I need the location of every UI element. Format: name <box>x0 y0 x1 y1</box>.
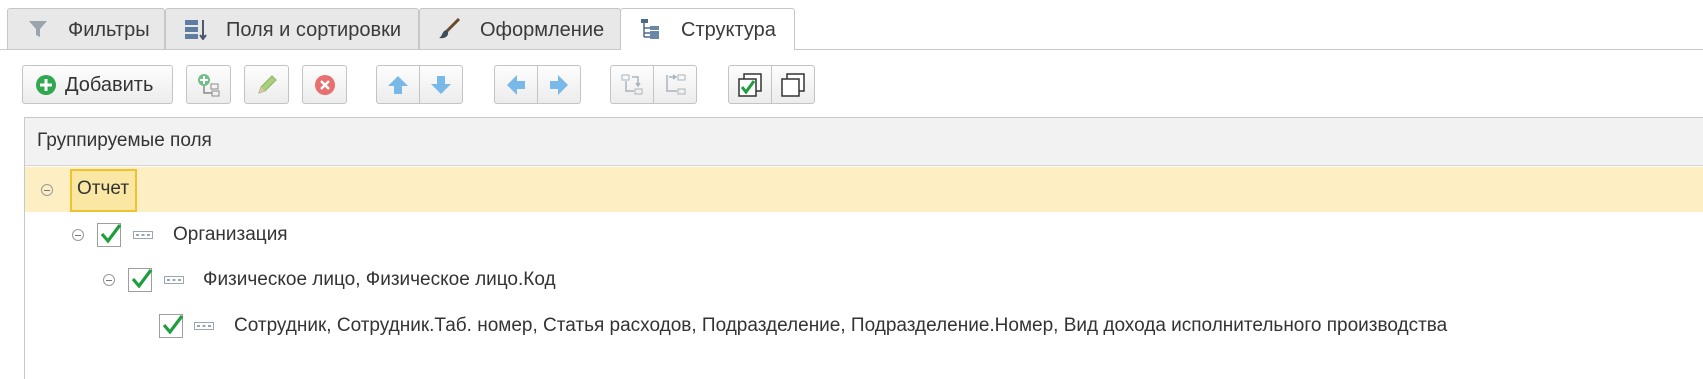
add-button-label: Добавить <box>65 74 154 96</box>
ungroup-button[interactable] <box>653 65 697 104</box>
check-all-icon <box>738 72 762 97</box>
fields-sort-icon <box>185 20 207 40</box>
ungroup-icon <box>666 73 686 94</box>
uncheck-all-button[interactable] <box>771 65 815 104</box>
move-down-icon <box>431 75 451 94</box>
delete-icon <box>314 74 335 95</box>
edit-pencil-icon <box>257 74 277 94</box>
move-right-icon <box>550 74 568 95</box>
structure-tree-icon <box>641 19 659 39</box>
tree-header-label: Группируемые поля <box>37 130 212 151</box>
row-checkbox[interactable] <box>97 223 122 247</box>
group-icon <box>621 74 643 94</box>
edit-button[interactable] <box>244 65 289 104</box>
tab-label: Структура <box>681 19 776 41</box>
add-button[interactable]: Добавить <box>22 65 173 104</box>
tree-row-label: Физическое лицо, Физическое лицо.Код <box>203 269 556 290</box>
tab-label: Оформление <box>480 19 605 41</box>
tab-filters[interactable]: Фильтры <box>7 8 165 49</box>
funnel-icon <box>29 21 47 37</box>
add-grouping-button[interactable] <box>186 65 231 104</box>
checkmark-icon <box>100 224 122 244</box>
grouping-icon <box>194 322 214 330</box>
move-right-button[interactable] <box>537 65 581 104</box>
move-left-button[interactable] <box>494 65 538 104</box>
move-left-icon <box>507 74 525 95</box>
row-checkbox[interactable] <box>128 268 153 292</box>
tab-divider <box>0 49 1703 50</box>
grouping-icon <box>164 276 184 284</box>
checkmark-icon <box>162 315 184 335</box>
tab-appearance[interactable]: Оформление <box>419 8 621 49</box>
tab-structure[interactable]: Структура <box>620 8 795 50</box>
delete-button[interactable] <box>302 65 347 104</box>
move-up-button[interactable] <box>376 65 420 104</box>
checkmark-icon <box>131 269 153 289</box>
tree-row-label: Организация <box>173 224 288 245</box>
row-checkbox[interactable] <box>159 314 184 338</box>
check-all-button[interactable] <box>728 65 772 104</box>
tree-row-label: Отчет <box>77 178 130 199</box>
tree-header: Группируемые поля <box>25 118 1703 166</box>
grouping-icon <box>133 231 153 239</box>
collapse-icon[interactable] <box>72 229 84 241</box>
group-button[interactable] <box>610 65 654 104</box>
move-up-icon <box>388 75 408 94</box>
add-plus-icon <box>36 74 56 95</box>
uncheck-all-icon <box>781 72 805 97</box>
tree-row-report[interactable] <box>25 167 1703 212</box>
move-down-button[interactable] <box>419 65 463 104</box>
add-grouping-icon <box>197 73 219 96</box>
tab-label: Фильтры <box>68 19 150 41</box>
tree-row-label: Сотрудник, Сотрудник.Таб. номер, Статья … <box>234 315 1448 336</box>
tab-fields-sort[interactable]: Поля и сортировки <box>165 8 419 49</box>
brush-icon <box>439 18 461 39</box>
tab-bar: Фильтры Поля и сортировки Оформление Стр… <box>0 0 1703 50</box>
collapse-icon[interactable] <box>41 184 53 196</box>
collapse-icon[interactable] <box>103 274 115 286</box>
tab-label: Поля и сортировки <box>226 19 401 41</box>
